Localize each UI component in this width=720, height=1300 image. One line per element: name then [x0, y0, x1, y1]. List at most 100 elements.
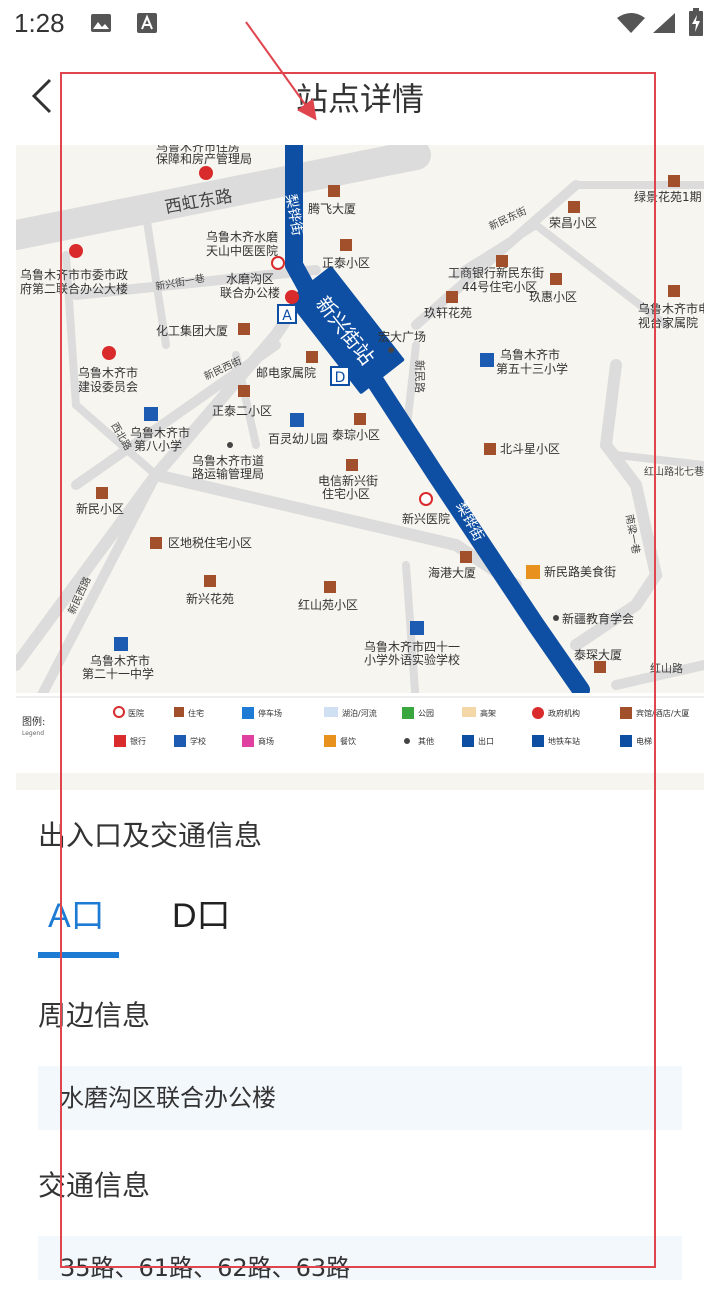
building-icon [568, 201, 580, 213]
school-icon [174, 735, 186, 747]
place-label: 44号住宅小区 [462, 279, 537, 294]
hospital-icon [419, 492, 433, 506]
place-label: 保障和房产管理局 [156, 151, 252, 166]
government-icon [69, 244, 83, 258]
building-icon [354, 413, 366, 425]
surroundings-heading: 周边信息 [38, 999, 151, 1032]
place-label: 正泰小区 [322, 256, 370, 270]
svg-text:出口: 出口 [478, 736, 494, 746]
place-label: 乌鲁木齐市电 [638, 301, 704, 316]
svg-text:湖泊/河流: 湖泊/河流 [342, 708, 377, 718]
page-title: 站点详情 [295, 80, 424, 118]
road-right-v [570, 359, 663, 651]
image-icon [91, 14, 111, 32]
svg-text:停车场: 停车场 [258, 708, 282, 718]
elevator-icon [620, 735, 632, 747]
wifi-icon [617, 13, 645, 33]
svg-text:商场: 商场 [258, 736, 274, 746]
subway-station-icon [532, 735, 544, 747]
nav-bar: 站点详情 [0, 48, 720, 144]
svg-text:住宅: 住宅 [188, 708, 204, 718]
traffic-value: 35路、61路、62路、63路 [38, 1236, 682, 1282]
building-icon [238, 323, 250, 335]
place-label: 工商银行新民东街 [448, 265, 544, 280]
place-label: 泰琮小区 [332, 428, 380, 442]
station-map[interactable]: 新兴街站 A D 西虹东路 梨铧街 梨铧街 新兴街一巷 新民西街 新民东街 新民… [16, 145, 704, 790]
legend-title: 图例: [22, 715, 45, 728]
lake-icon [324, 707, 338, 717]
place-label: 百灵幼儿园 [268, 432, 328, 446]
place-label: 新民路美食街 [544, 564, 616, 579]
tab-exit-a[interactable]: A口 [48, 888, 105, 948]
battery-charging-icon [689, 8, 703, 36]
government-icon [532, 707, 544, 719]
bank-icon [114, 735, 126, 747]
government-icon [285, 290, 299, 304]
catering-icon [526, 565, 540, 579]
place-label: 区地税住宅小区 [168, 535, 252, 550]
school-icon [410, 621, 424, 635]
signal-icon [653, 13, 675, 33]
place-label: 绿景花苑1期 [634, 189, 702, 204]
place-label: 电信新兴街 [318, 473, 378, 488]
building-icon [96, 487, 108, 499]
place-label: 水磨沟区 [226, 272, 274, 286]
active-tab-indicator [38, 952, 119, 958]
place-label: 府第二联合办公大楼 [20, 281, 128, 296]
exit-d-marker[interactable]: D [330, 366, 350, 386]
other-icon [553, 615, 559, 621]
place-label: 新民小区 [76, 501, 124, 516]
road-label: 红山路 [650, 662, 683, 675]
svg-text:公园: 公园 [418, 709, 434, 718]
school-icon [114, 637, 128, 651]
svg-text:餐饮: 餐饮 [340, 736, 356, 746]
exit-a-marker[interactable]: A [277, 304, 297, 324]
place-label: 第五十三小学 [496, 361, 568, 376]
tab-exit-d[interactable]: D口 [172, 888, 231, 948]
place-label: 乌鲁木齐市 [130, 425, 190, 440]
place-label: 荣昌小区 [549, 216, 597, 230]
status-bar: 1:28 [0, 0, 720, 48]
parking-icon [242, 707, 254, 719]
building-icon [446, 291, 458, 303]
government-icon [199, 166, 213, 180]
place-label: 住宅小区 [322, 486, 370, 501]
place-label: 第二十一中学 [82, 666, 154, 681]
status-time: 1:28 [14, 8, 65, 38]
road-hongshan-n7 [612, 451, 704, 469]
traffic-heading: 交通信息 [38, 1169, 151, 1202]
building-icon [550, 273, 562, 285]
place-label: 新兴花苑 [186, 591, 234, 606]
place-label: 正泰二小区 [212, 404, 272, 418]
exit-tabs: A口 D口 [38, 888, 682, 960]
svg-text:地铁车站: 地铁车站 [548, 736, 580, 746]
place-label: 泰琛大厦 [574, 648, 622, 662]
svg-text:高架: 高架 [480, 708, 496, 718]
building-icon [324, 581, 336, 593]
school-icon [480, 353, 494, 367]
svg-text:银行: 银行 [130, 736, 146, 746]
svg-text:医院: 医院 [128, 708, 144, 718]
building-icon [594, 661, 606, 673]
building-icon [346, 459, 358, 471]
exit-a-label: A [282, 308, 292, 324]
building-icon [340, 239, 352, 251]
building-icon [668, 175, 680, 187]
place-label: 联合办公楼 [220, 285, 280, 300]
exit-d-label: D [335, 370, 346, 386]
place-label: 邮电家属院 [256, 365, 316, 380]
viaduct-icon [462, 707, 476, 717]
place-label: 小学外语实验学校 [364, 652, 460, 667]
place-label: 海港大厦 [428, 565, 476, 580]
place-label: 新疆教育学会 [562, 611, 634, 626]
building-icon [150, 537, 162, 549]
place-label: 宏大广场 [378, 329, 426, 344]
catering-icon [324, 735, 336, 747]
place-label: 乌鲁木齐水磨 [206, 229, 278, 244]
other-icon [227, 442, 233, 448]
road-label: 新民路 [413, 360, 427, 393]
building-icon [460, 551, 472, 563]
surroundings-value: 水磨沟区联合办公楼 [38, 1066, 682, 1130]
other-icon [404, 738, 410, 744]
a-notification-icon [137, 13, 157, 33]
